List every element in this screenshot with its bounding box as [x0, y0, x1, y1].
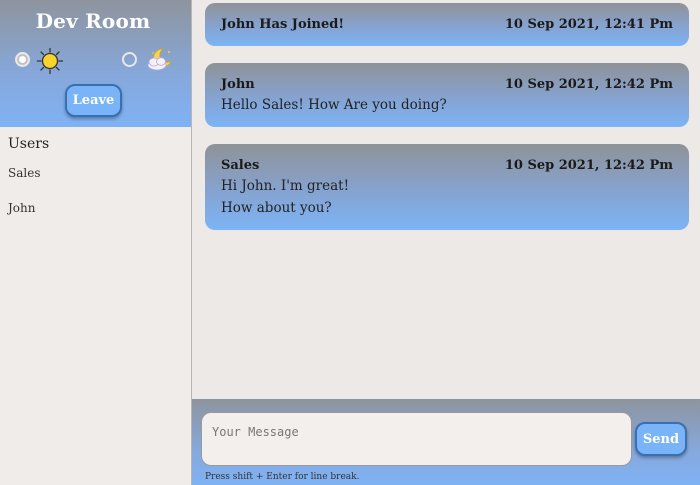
message-author: John Has Joined!	[221, 17, 345, 32]
sun-icon	[36, 47, 64, 75]
users-heading: Users	[8, 136, 50, 152]
message-card: John 10 Sep 2021, 12:42 Pm Hello Sales! …	[205, 63, 689, 127]
moon-cloud-icon	[147, 48, 172, 71]
message-text: Hello Sales! How Are you doing?	[221, 97, 447, 113]
sidebar: Dev Room Leave Users Sales John	[0, 0, 192, 485]
message-text: How about you?	[221, 200, 332, 216]
line-break-hint: Press shift + Enter for line break.	[205, 472, 360, 482]
user-item-john[interactable]: John	[8, 201, 36, 215]
leave-button[interactable]: Leave	[65, 84, 122, 117]
message-text: Hi John. I'm great!	[221, 178, 350, 194]
message-timestamp: 10 Sep 2021, 12:42 Pm	[504, 77, 673, 92]
message-card: Sales 10 Sep 2021, 12:42 Pm Hi John. I'm…	[205, 144, 689, 230]
message-timestamp: 10 Sep 2021, 12:42 Pm	[504, 158, 673, 173]
message-input[interactable]	[201, 412, 632, 466]
message-timestamp: 10 Sep 2021, 12:41 Pm	[504, 17, 673, 32]
room-title: Dev Room	[35, 9, 151, 33]
message-card: John Has Joined! 10 Sep 2021, 12:41 Pm	[205, 3, 689, 46]
light-theme-radio[interactable]	[15, 52, 30, 67]
send-button[interactable]: Send	[635, 422, 687, 456]
dark-theme-radio[interactable]	[122, 52, 137, 67]
message-author: John	[221, 77, 255, 92]
message-author: Sales	[221, 158, 260, 173]
message-composer: Send Press shift + Enter for line break.	[192, 399, 700, 485]
user-item-sales[interactable]: Sales	[8, 166, 40, 180]
room-header: Dev Room Leave	[0, 0, 191, 127]
theme-switcher	[15, 47, 175, 75]
